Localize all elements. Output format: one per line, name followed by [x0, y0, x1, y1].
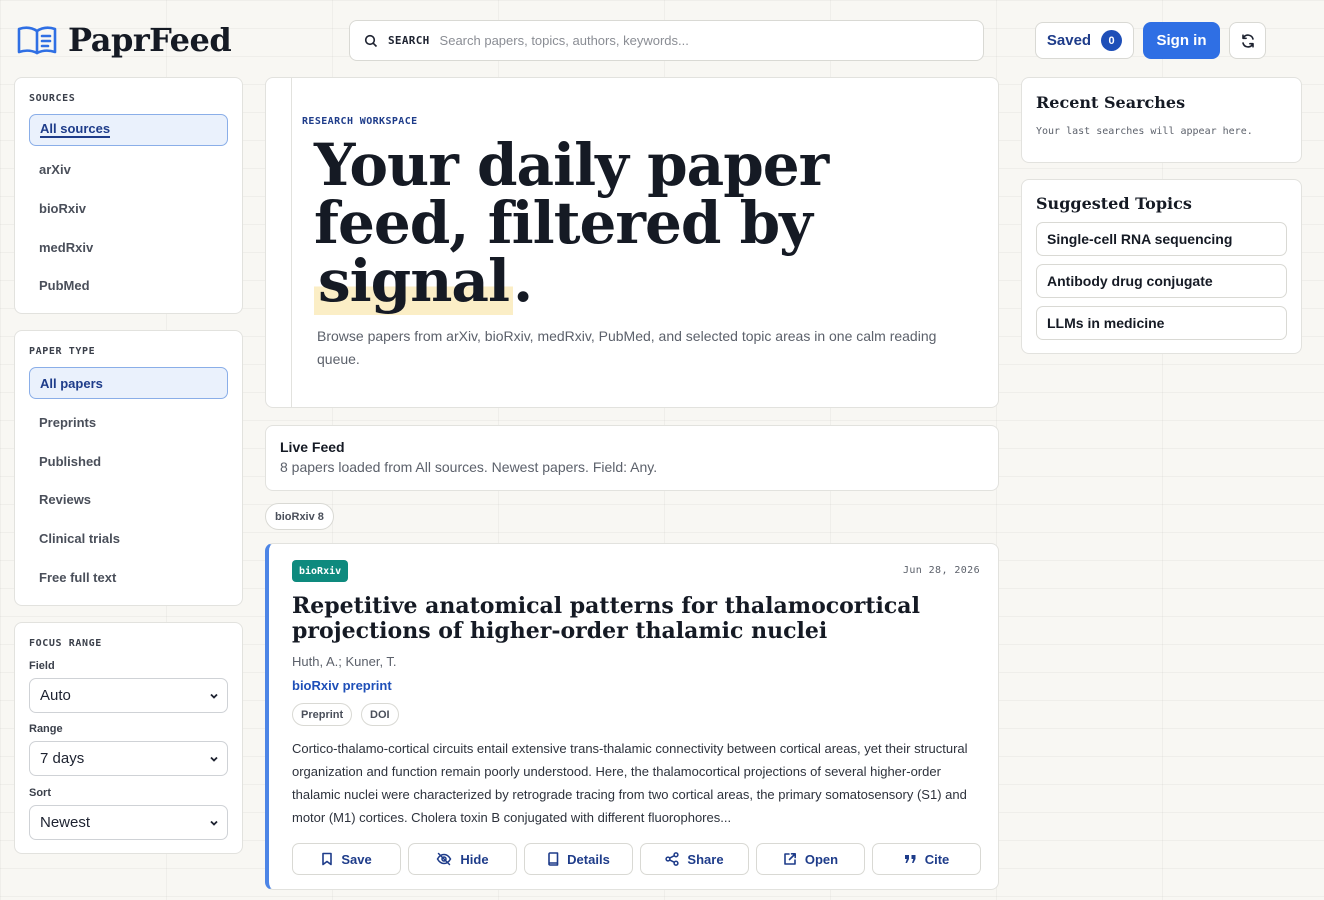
book-icon	[547, 852, 559, 866]
chevron-down-icon	[209, 754, 219, 764]
search-bar[interactable]: SEARCH	[349, 20, 984, 61]
source-biorxiv[interactable]: bioRxiv	[29, 192, 228, 224]
chevron-down-icon	[209, 818, 219, 828]
paper-source-tag: bioRxiv	[292, 560, 349, 582]
live-feed-status: 8 papers loaded from All sources. Newest…	[280, 459, 658, 475]
paper-type-title: PAPER TYPE	[29, 346, 96, 357]
suggested-topics-panel: Suggested Topics Single-cell RNA sequenc…	[1021, 179, 1302, 354]
recent-searches-panel: Recent Searches Your last searches will …	[1021, 77, 1302, 163]
topic-antibody-drug-conjugate[interactable]: Antibody drug conjugate	[1036, 264, 1287, 298]
suggested-topics-title: Suggested Topics	[1036, 194, 1192, 213]
topic-single-cell-rna[interactable]: Single-cell RNA sequencing	[1036, 222, 1287, 256]
tag-doi[interactable]: DOI	[361, 703, 399, 726]
range-select[interactable]: 7 days	[29, 741, 228, 776]
source-filter-chip[interactable]: bioRxiv 8	[265, 503, 334, 530]
paper-date: Jun 28, 2026	[902, 565, 980, 576]
external-link-icon	[783, 852, 797, 866]
search-label: SEARCH	[388, 34, 430, 47]
chevron-down-icon	[209, 691, 219, 701]
hero-eyebrow: RESEARCH WORKSPACE	[302, 116, 418, 127]
saved-button[interactable]: Saved 0	[1035, 22, 1134, 59]
sources-title: SOURCES	[29, 93, 76, 104]
app-name: PaprFeed	[68, 21, 232, 59]
search-input[interactable]	[439, 33, 969, 48]
hide-button[interactable]: Hide	[408, 843, 517, 875]
live-feed-title: Live Feed	[280, 439, 345, 455]
hero-description: Browse papers from arXiv, bioRxiv, medRx…	[317, 328, 937, 367]
saved-count-badge: 0	[1101, 30, 1123, 51]
refresh-button[interactable]	[1229, 22, 1266, 59]
paper-type-panel: PAPER TYPE All papers Preprints Publishe…	[14, 330, 243, 606]
details-button[interactable]: Details	[524, 843, 633, 875]
type-free-full-text[interactable]: Free full text	[29, 561, 228, 593]
type-clinical-trials[interactable]: Clinical trials	[29, 522, 228, 554]
share-button[interactable]: Share	[640, 843, 749, 875]
sign-in-button[interactable]: Sign in	[1143, 22, 1220, 59]
field-label: Field	[29, 660, 55, 672]
recent-searches-title: Recent Searches	[1036, 93, 1186, 112]
range-label: Range	[29, 723, 63, 735]
field-select[interactable]: Auto	[29, 678, 228, 713]
share-icon	[665, 852, 680, 866]
tag-preprint: Preprint	[292, 703, 353, 726]
app-logo[interactable]: PaprFeed	[16, 21, 232, 59]
sort-select[interactable]: Newest	[29, 805, 228, 840]
hero-divider	[291, 78, 292, 407]
source-all[interactable]: All sources	[29, 114, 228, 146]
save-button[interactable]: Save	[292, 843, 401, 875]
sources-panel: SOURCES All sources arXiv bioRxiv medRxi…	[14, 77, 243, 314]
paper-abstract: Cortico-thalamo-cortical circuits entail…	[292, 741, 968, 825]
open-book-icon	[16, 24, 58, 56]
live-feed-panel: Live Feed 8 papers loaded from All sourc…	[265, 425, 999, 491]
hero-title: Your daily paper feed, filtered by signa…	[314, 131, 829, 315]
source-medrxiv[interactable]: medRxiv	[29, 231, 228, 263]
paper-title[interactable]: Repetitive anatomical patterns for thala…	[292, 594, 972, 644]
topic-llms-in-medicine[interactable]: LLMs in medicine	[1036, 306, 1287, 340]
refresh-icon	[1240, 33, 1256, 49]
cite-button[interactable]: Cite	[872, 843, 981, 875]
recent-searches-empty: Your last searches will appear here.	[1036, 126, 1253, 137]
focus-range-title: FOCUS RANGE	[29, 638, 102, 649]
quote-icon	[904, 854, 917, 864]
sort-label: Sort	[29, 787, 51, 799]
open-button[interactable]: Open	[756, 843, 865, 875]
type-all[interactable]: All papers	[29, 367, 228, 399]
source-arxiv[interactable]: arXiv	[29, 153, 228, 185]
source-pubmed[interactable]: PubMed	[29, 269, 228, 301]
type-published[interactable]: Published	[29, 445, 228, 477]
paper-venue-link[interactable]: bioRxiv preprint	[292, 678, 392, 693]
type-reviews[interactable]: Reviews	[29, 483, 228, 515]
type-preprints[interactable]: Preprints	[29, 406, 228, 438]
hero-panel: RESEARCH WORKSPACE Your daily paper feed…	[265, 77, 999, 408]
eye-off-icon	[436, 852, 452, 866]
hero-title-highlight: signal	[314, 247, 514, 315]
paper-card: bioRxiv Jun 28, 2026 Repetitive anatomic…	[265, 543, 999, 890]
bookmark-icon	[321, 852, 333, 866]
paper-authors: Huth, A.; Kuner, T.	[292, 654, 397, 669]
search-icon	[364, 34, 378, 48]
focus-range-panel: FOCUS RANGE Field Auto Range 7 days Sort…	[14, 622, 243, 854]
saved-label: Saved	[1046, 32, 1092, 49]
